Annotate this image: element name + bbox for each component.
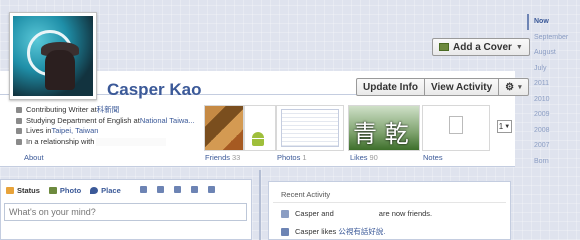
about-row-location: Lives in Taipei, Taiwan bbox=[16, 126, 201, 137]
profile-name[interactable]: Casper Kao bbox=[107, 80, 201, 100]
likes-thumb-text: 青 乾 bbox=[353, 120, 409, 148]
about-row-work: Contributing Writer at 科新聞 bbox=[16, 105, 201, 116]
timeline-item-born[interactable]: Born bbox=[527, 154, 580, 170]
work-link[interactable]: 科新聞 bbox=[97, 105, 120, 116]
chevron-down-icon: ▼ bbox=[515, 43, 523, 51]
location-link[interactable]: Taipei, Taiwan bbox=[51, 126, 98, 137]
activity-item: Casper and are now friends. bbox=[281, 209, 432, 218]
view-activity-button[interactable]: View Activity bbox=[424, 78, 500, 96]
map-pin-icon bbox=[90, 187, 99, 194]
milestone-event-icon[interactable] bbox=[208, 186, 215, 193]
about-row-relationship: In a relationship with bbox=[16, 137, 201, 148]
recent-activity-title: Recent Activity bbox=[281, 190, 331, 199]
photos-label[interactable]: Photos 1 bbox=[277, 153, 307, 162]
status-input[interactable] bbox=[4, 203, 247, 221]
tab-status[interactable]: Status bbox=[6, 186, 40, 195]
timeline-spine bbox=[259, 170, 261, 240]
relationship-event-icon[interactable] bbox=[157, 186, 164, 193]
timeline-item-2009[interactable]: 2009 bbox=[527, 107, 580, 123]
timeline-item-september[interactable]: September bbox=[527, 30, 580, 46]
add-cover-button[interactable]: Add a Cover ▼ bbox=[432, 38, 530, 56]
chevron-down-icon: ▾ bbox=[518, 84, 522, 91]
photo-icon bbox=[48, 187, 57, 194]
like-icon bbox=[281, 227, 289, 236]
friends-icon bbox=[281, 209, 289, 218]
timeline-item-now[interactable]: Now bbox=[527, 14, 580, 30]
activity-item: Casper likes 公視有話好說. bbox=[281, 226, 385, 237]
likes-label[interactable]: Likes 90 bbox=[350, 153, 378, 162]
notes-thumbnail[interactable] bbox=[422, 105, 490, 151]
photo-preview bbox=[281, 109, 339, 147]
timeline-item-august[interactable]: August bbox=[527, 45, 580, 61]
android-icon bbox=[251, 132, 265, 146]
home-event-icon[interactable] bbox=[174, 186, 181, 193]
timeline-item-2008[interactable]: 2008 bbox=[527, 123, 580, 139]
photo-icon bbox=[439, 43, 449, 51]
redacted-name bbox=[96, 137, 167, 146]
about-summary: Contributing Writer at 科新聞 Studying Depa… bbox=[16, 105, 201, 147]
work-event-icon[interactable] bbox=[140, 186, 147, 193]
profile-action-buttons: Update Info View Activity ⚙ ▾ bbox=[356, 78, 529, 96]
friends-thumbnail-2[interactable] bbox=[244, 105, 276, 151]
profile-picture[interactable] bbox=[9, 12, 97, 100]
home-icon bbox=[16, 128, 22, 135]
composer-tabs: Status Photo Place bbox=[6, 186, 130, 195]
liked-page-link[interactable]: 公視有話好說. bbox=[338, 226, 385, 237]
add-cover-label: Add a Cover bbox=[453, 41, 512, 53]
gear-icon: ⚙ bbox=[505, 81, 515, 93]
sections-more-select[interactable]: 1 ▼ bbox=[497, 120, 512, 133]
composer-life-event-icons bbox=[140, 186, 225, 193]
timeline-item-2010[interactable]: 2010 bbox=[527, 92, 580, 108]
settings-dropdown-button[interactable]: ⚙ ▾ bbox=[498, 78, 529, 96]
chevron-down-icon: ▼ bbox=[504, 123, 511, 130]
timeline-item-2007[interactable]: 2007 bbox=[527, 138, 580, 154]
about-link[interactable]: About bbox=[24, 153, 44, 162]
timeline-item-2011[interactable]: 2011 bbox=[527, 76, 580, 92]
briefcase-icon bbox=[16, 107, 22, 114]
timeline-item-july[interactable]: July bbox=[527, 61, 580, 77]
notes-label[interactable]: Notes bbox=[423, 153, 443, 162]
tab-photo[interactable]: Photo bbox=[48, 186, 81, 195]
update-info-button[interactable]: Update Info bbox=[356, 78, 425, 96]
graduation-cap-icon bbox=[16, 117, 22, 124]
photos-thumbnail[interactable] bbox=[276, 105, 344, 151]
timeline-year-nav: Now September August July 2011 2010 2009… bbox=[527, 14, 580, 169]
about-row-education: Studying Department of English at Nation… bbox=[16, 116, 201, 127]
note-page-icon bbox=[449, 116, 463, 134]
likes-thumbnail[interactable]: 青 乾 bbox=[348, 105, 420, 151]
school-link[interactable]: National Taiwa... bbox=[140, 116, 195, 127]
friends-label[interactable]: Friends 33 bbox=[205, 153, 240, 162]
heart-icon bbox=[16, 138, 22, 145]
health-event-icon[interactable] bbox=[191, 186, 198, 193]
friends-thumbnail[interactable] bbox=[204, 105, 244, 151]
divider bbox=[273, 202, 506, 203]
pencil-icon bbox=[6, 187, 14, 194]
tab-place[interactable]: Place bbox=[90, 186, 121, 195]
